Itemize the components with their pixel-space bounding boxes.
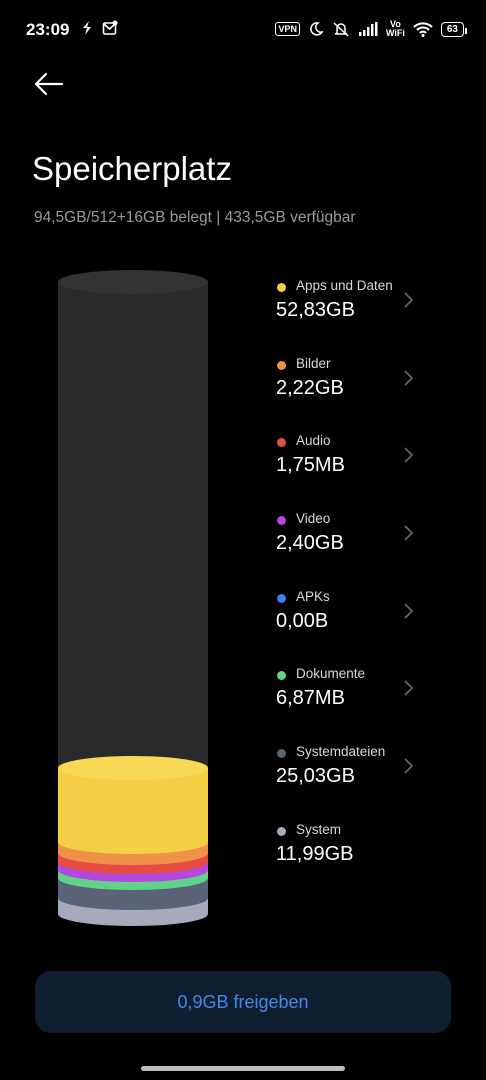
moon-icon [310,22,324,36]
storage-summary: 94,5GB/512+16GB belegt | 433,5GB verfügb… [34,209,356,226]
category-video[interactable]: Video 2,40GB [276,511,426,571]
signal-icon [358,22,378,36]
system-color-dot [277,827,286,836]
category-label: Systemdateien [296,744,386,759]
status-bar: 23:09 VPN Vo WiFi 63 [0,0,486,60]
page-title: Speicherplatz [32,150,232,188]
category-label: System [296,822,342,837]
status-time: 23:09 [26,20,70,39]
chevron-right-icon [404,758,414,774]
apps-color-dot [277,283,286,292]
category-value: 2,40GB [276,532,344,554]
notification-app-icon [83,21,91,35]
free-up-label: 0,9GB freigeben [177,991,309,1012]
category-apks[interactable]: APKs 0,00B [276,589,426,649]
wifi-icon [413,22,433,37]
message-icon [102,20,118,35]
dokumente-color-dot [277,671,286,680]
category-systemdateien[interactable]: Systemdateien 25,03GB [276,744,426,804]
category-label: Apps und Daten [296,278,393,293]
category-label: Dokumente [296,666,366,681]
bilder-color-dot [277,361,286,370]
vowifi-indicator: Vo WiFi [385,19,405,38]
audio-color-dot [277,438,286,447]
home-indicator[interactable] [141,1066,345,1071]
chevron-right-icon [404,292,414,308]
free-up-button[interactable]: 0,9GB freigeben [35,971,451,1033]
battery-indicator: 63 [440,21,468,37]
chevron-right-icon [404,603,414,619]
chevron-right-icon [404,680,414,696]
chevron-right-icon [404,370,414,386]
category-bilder[interactable]: Bilder 2,22GB [276,356,426,416]
category-value: 52,83GB [276,299,355,321]
cylinder-top [58,270,208,294]
vpn-badge: VPN [275,22,300,36]
category-system: System 11,99GB [276,822,426,882]
category-label: Bilder [296,356,331,371]
category-audio[interactable]: Audio 1,75MB [276,433,426,493]
status-right-icons: VPN Vo WiFi 63 [275,19,468,38]
video-color-dot [277,516,286,525]
storage-cylinder [58,270,208,926]
category-label: APKs [296,589,330,604]
status-left-icons [80,20,118,36]
category-apps-und-daten[interactable]: Apps und Daten 52,83GB [276,278,426,338]
segment-apps-top [58,756,208,780]
arrow-left-icon [34,72,64,96]
category-label: Video [296,511,331,526]
apks-color-dot [277,594,286,603]
back-button[interactable] [32,66,68,102]
chevron-right-icon [404,447,414,463]
category-value: 1,75MB [276,454,345,476]
segment-apps [58,768,208,854]
category-value: 6,87MB [276,687,345,709]
systemdateien-color-dot [277,749,286,758]
category-value: 0,00B [276,610,329,632]
category-dokumente[interactable]: Dokumente 6,87MB [276,666,426,726]
category-value: 25,03GB [276,765,355,787]
category-value: 2,22GB [276,377,344,399]
chevron-right-icon [404,525,414,541]
category-label: Audio [296,433,331,448]
mute-icon [333,22,349,37]
category-value: 11,99GB [276,843,354,865]
